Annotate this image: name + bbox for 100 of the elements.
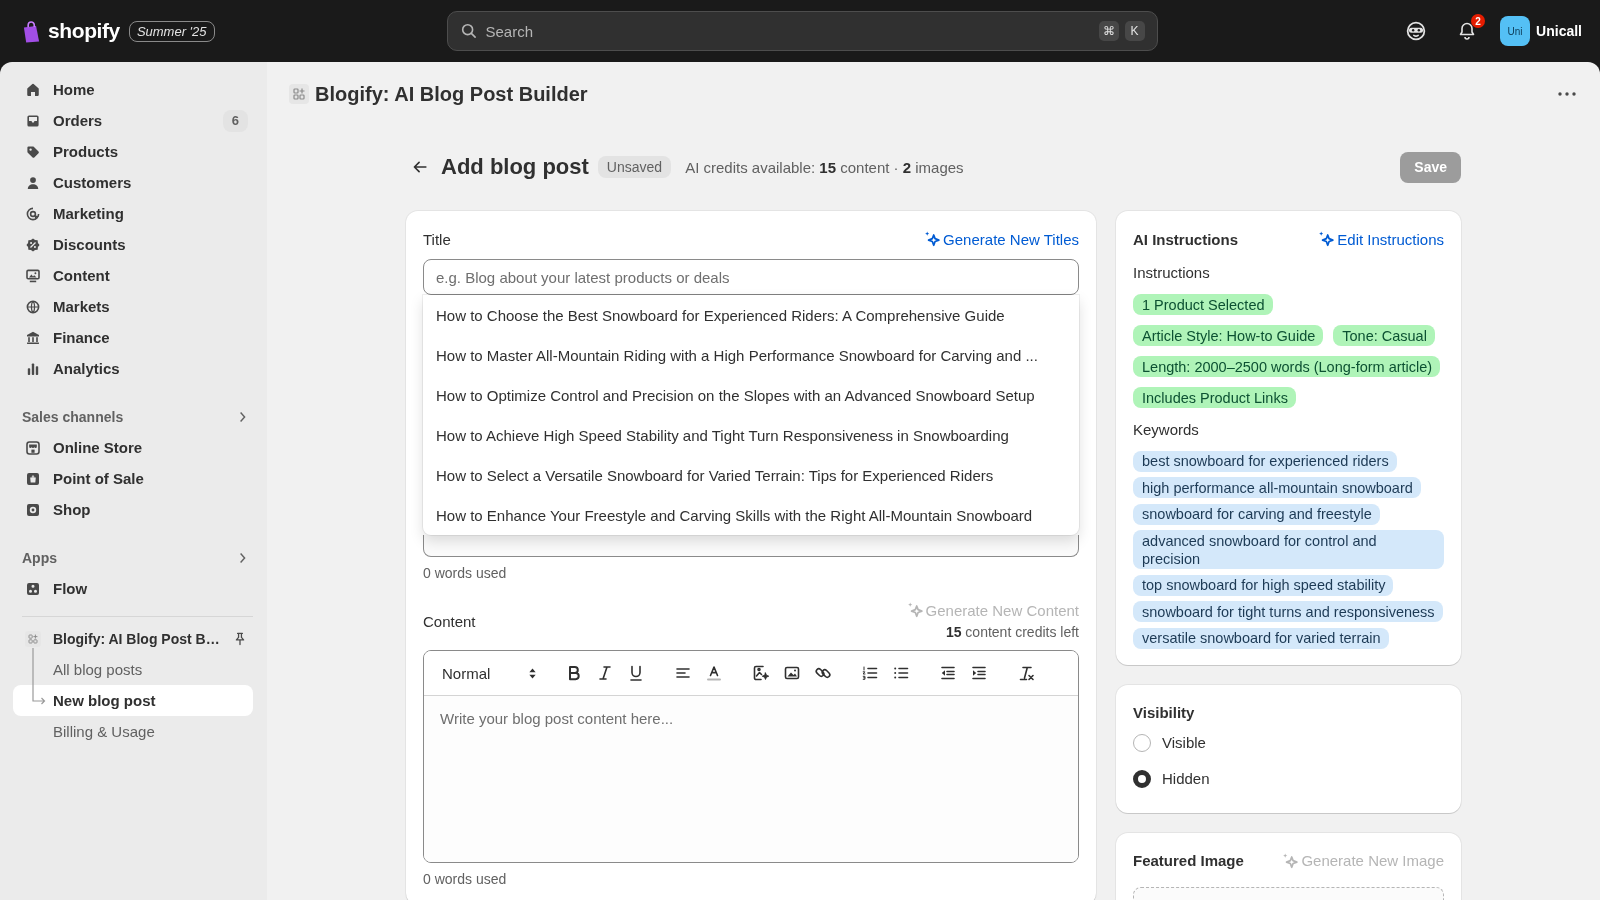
radio-label[interactable]: Visible bbox=[1162, 734, 1206, 751]
storefront-icon bbox=[25, 439, 41, 456]
edition-badge[interactable]: Summer '25 bbox=[128, 20, 215, 42]
word-count: 0 words used bbox=[423, 870, 508, 889]
nav-item[interactable]: Online Store bbox=[13, 432, 253, 463]
bag-icon bbox=[25, 470, 41, 487]
app-title: Blogify: AI Blog Post Builder bbox=[315, 82, 588, 106]
nav-item[interactable]: Products bbox=[13, 136, 253, 167]
sparkle-icon bbox=[1318, 231, 1335, 247]
nav-item[interactable]: Analytics bbox=[13, 353, 253, 384]
store-name[interactable]: Unicall bbox=[1536, 23, 1582, 39]
nav-item[interactable]: Shop bbox=[13, 494, 253, 525]
nav-item[interactable]: Discounts bbox=[13, 229, 253, 260]
page-title: Add blog post bbox=[441, 154, 589, 180]
count-badge: 6 bbox=[222, 109, 248, 132]
section-header[interactable]: Apps bbox=[13, 542, 253, 573]
suggestion-option[interactable]: How to Optimize Control and Precision on the Slopes with an Advanced Snowboard Setup bbox=[423, 375, 1079, 415]
outdent-icon[interactable] bbox=[938, 664, 957, 682]
bank-icon bbox=[25, 329, 41, 346]
updown-caret-icon bbox=[528, 666, 537, 680]
rich-text-editor[interactable]: Normal Write your blog post content here... bbox=[423, 650, 1079, 863]
status-badge: Unsaved bbox=[597, 156, 672, 178]
keyword-tag: top snowboard for high speed stability bbox=[1133, 574, 1394, 596]
percent-badge-icon bbox=[25, 236, 41, 253]
circle-arrow-icon bbox=[25, 501, 41, 518]
generate-link[interactable]: Generate New Titles bbox=[924, 230, 1079, 248]
shortcut-key: ⌘ bbox=[1098, 21, 1119, 41]
shortcut-key: K bbox=[1124, 21, 1145, 41]
nav-item[interactable]: Customers bbox=[13, 167, 253, 198]
nav-item[interactable]: Marketing bbox=[13, 198, 253, 229]
shopping-bag-icon[interactable] bbox=[22, 19, 41, 43]
instruction-tag: Tone: Casual bbox=[1333, 325, 1435, 346]
section-header[interactable]: Sales channels bbox=[13, 401, 253, 432]
suggestion-option[interactable]: How to Achieve High Speed Stability and Tight Turn Responsiveness in Snowboarding bbox=[423, 415, 1079, 455]
generate-link[interactable]: Edit Instructions bbox=[1318, 230, 1444, 248]
suggestion-option[interactable]: How to Select a Versatile Snowboard for Varied Terrain: Tips for Experienced Riders bbox=[423, 455, 1079, 495]
image-sparkle-icon[interactable] bbox=[751, 664, 770, 682]
field-label: Content bbox=[423, 612, 476, 630]
monitor-image-icon bbox=[25, 267, 41, 284]
masked-face-icon[interactable] bbox=[1405, 20, 1428, 42]
radio-button[interactable] bbox=[1133, 733, 1151, 752]
connector-arrow bbox=[32, 648, 46, 706]
inbox-icon bbox=[25, 112, 41, 129]
nav-subitem[interactable]: Billing & Usage bbox=[13, 716, 253, 747]
title-input[interactable]: e.g. Blog about your latest products or deals bbox=[423, 259, 1079, 295]
nav-item[interactable]: Content bbox=[13, 260, 253, 291]
nav-subitem[interactable]: New blog post bbox=[13, 685, 253, 716]
globe-icon bbox=[25, 298, 41, 315]
nav-item[interactable]: Orders 6 bbox=[13, 105, 253, 136]
radio-label[interactable]: Hidden bbox=[1162, 770, 1210, 787]
keyword-tag: best snowboard for experienced riders bbox=[1133, 450, 1397, 472]
logo-wordmark[interactable]: shopify bbox=[48, 19, 120, 43]
nav-item[interactable]: Markets bbox=[13, 291, 253, 322]
suggestion-option[interactable]: How to Master All-Mountain Riding with a High Performance Snowboard for Carving and ... bbox=[423, 335, 1079, 375]
card-title: Featured Image bbox=[1133, 852, 1244, 869]
nav-item[interactable]: Home bbox=[13, 74, 253, 105]
nav-subitem[interactable]: All blog posts bbox=[13, 654, 253, 685]
app-grid-icon bbox=[289, 84, 309, 104]
suggestion-option[interactable]: How to Choose the Best Snowboard for Experienced Riders: A Comprehensive Guide bbox=[423, 295, 1079, 335]
avatar[interactable]: Uni bbox=[1500, 16, 1531, 46]
person-icon bbox=[25, 174, 41, 191]
instruction-tag: Length: 2000–2500 words (Long-form article) bbox=[1133, 356, 1441, 377]
nodes-icon bbox=[25, 580, 41, 597]
radio-button[interactable] bbox=[1133, 769, 1151, 788]
instruction-tag: Article Style: How-to Guide bbox=[1133, 325, 1324, 346]
instruction-tag: 1 Product Selected bbox=[1133, 294, 1273, 315]
text-color-icon[interactable] bbox=[704, 664, 723, 682]
sparkle-icon bbox=[924, 231, 941, 247]
section-label: Instructions bbox=[1133, 263, 1211, 283]
search-icon bbox=[459, 22, 478, 40]
image-icon[interactable] bbox=[782, 664, 801, 682]
keyword-tag: high performance all-mountain snowboard bbox=[1133, 477, 1421, 498]
keyword-tag: advanced snowboard for control and precision bbox=[1133, 530, 1444, 569]
suggestion-option[interactable]: How to Enhance Your Freestyle and Carving Skills with the Right All-Mountain Snowboard bbox=[423, 495, 1079, 535]
card-title: Visibility bbox=[1133, 704, 1195, 721]
bar-chart-icon bbox=[25, 360, 41, 377]
target-icon bbox=[25, 205, 41, 222]
section-label: Keywords bbox=[1133, 420, 1200, 440]
sparkle-icon bbox=[906, 602, 923, 618]
tag-icon bbox=[25, 143, 41, 160]
search-input[interactable]: Search bbox=[485, 19, 1091, 43]
nav-item[interactable]: Flow bbox=[13, 573, 253, 604]
format-select[interactable]: Normal bbox=[434, 664, 542, 682]
field-label: Title bbox=[423, 230, 451, 248]
card-title: AI Instructions bbox=[1133, 230, 1238, 248]
credits-text: 15 content credits left bbox=[945, 623, 1079, 642]
text-field[interactable] bbox=[423, 535, 1079, 557]
indent-icon[interactable] bbox=[969, 664, 988, 682]
word-count: 0 words used bbox=[423, 564, 508, 583]
credits-text: AI credits available: 15 content · 2 images bbox=[685, 158, 964, 176]
chevron-right-icon bbox=[239, 551, 247, 564]
numbered-list-icon[interactable] bbox=[860, 664, 879, 682]
nav-item[interactable]: Point of Sale bbox=[13, 463, 253, 494]
nav-item[interactable]: Finance bbox=[13, 322, 253, 353]
home-icon bbox=[25, 81, 41, 98]
keyword-tag: versatile snowboard for varied terrain bbox=[1133, 627, 1389, 649]
sparkle-icon bbox=[1282, 852, 1299, 869]
nav-item[interactable]: Blogify: AI Blog Post B… bbox=[13, 623, 253, 654]
more-icon[interactable] bbox=[1558, 92, 1576, 96]
search-field[interactable]: Search ⌘ K bbox=[446, 11, 1158, 51]
